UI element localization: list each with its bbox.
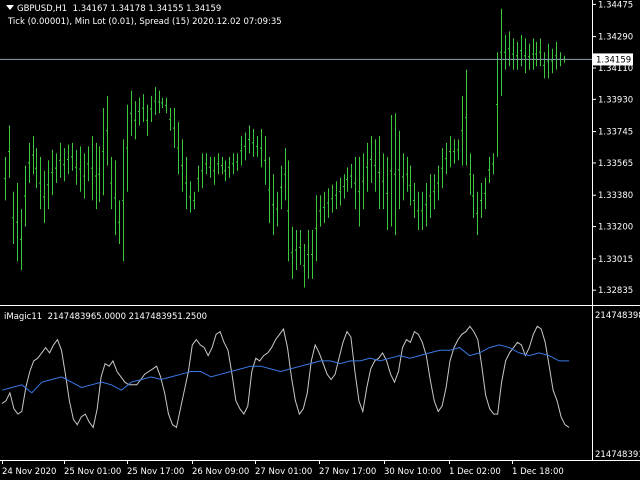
time-tick-label: 30 Nov 10:00	[384, 467, 441, 477]
time-tick-label: 24 Nov 2020	[2, 467, 56, 477]
indicator-axis-top: 2147483983	[595, 311, 640, 321]
price-tick-label: 1.34110	[598, 64, 633, 74]
dropdown-triangle-icon[interactable]	[6, 5, 14, 10]
time-tick-label: 1 Dec 02:00	[449, 467, 501, 477]
price-tick-label: 1.33565	[598, 159, 633, 169]
indicator-fast-line	[1, 325, 570, 429]
time-tick-label: 26 Nov 09:00	[192, 467, 249, 477]
indicator-values: 2147483965.0000 2147483951.2500	[47, 312, 208, 322]
indicator-axis-bottom: 2147483915	[595, 450, 640, 460]
current-price-line: 1.34159	[0, 53, 633, 66]
price-tick-label: 1.33930	[598, 95, 633, 105]
symbol-label: GBPUSD,H1	[17, 4, 68, 14]
time-tick-label: 25 Nov 17:00	[127, 467, 184, 477]
candle-bars	[4, 8, 565, 288]
price-tick-label: 1.34475	[598, 0, 633, 10]
indicator-header: iMagic11 2147483965.0000 2147483951.2500	[4, 312, 207, 322]
price-tick-label: 1.33380	[598, 191, 633, 201]
price-tick-label: 1.33745	[598, 128, 633, 138]
time-tick-label: 1 Dec 18:00	[512, 467, 564, 477]
time-tick-label: 25 Nov 01:00	[64, 467, 121, 477]
symbol-header: GBPUSD,H1 1.34167 1.34178 1.34155 1.3415…	[6, 4, 221, 14]
time-axis: 24 Nov 2020 25 Nov 01:00 25 Nov 17:00 26 No…	[2, 460, 564, 477]
time-tick-label: 27 Nov 01:00	[255, 467, 312, 477]
price-chart[interactable]: 1.34159 1.34475 1.34290 1.34110 1.33930 1.33…	[0, 0, 640, 480]
info-line: Tick (0.00001), Min Lot (0.01), Spread (…	[8, 17, 282, 27]
ohlc-values: 1.34167 1.34178 1.34155 1.34159	[72, 4, 222, 14]
price-tick-label: 1.32835	[598, 286, 633, 296]
price-tick-label: 1.33200	[598, 223, 633, 233]
price-tick-label: 1.34290	[598, 33, 633, 43]
indicator-window: 2147483983 2147483915	[1, 311, 640, 460]
indicator-name: iMagic11	[4, 312, 43, 322]
time-tick-label: 27 Nov 17:00	[319, 467, 376, 477]
price-tick-label: 1.33015	[598, 255, 633, 265]
